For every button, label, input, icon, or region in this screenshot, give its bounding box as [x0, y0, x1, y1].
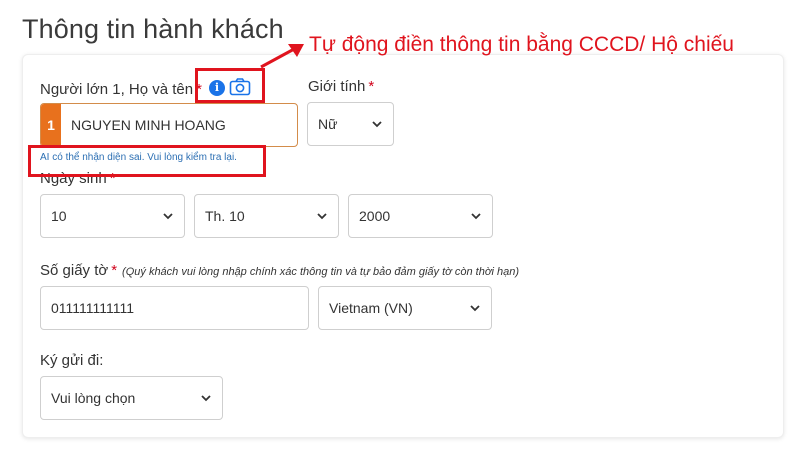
- chevron-down-icon: [471, 213, 481, 220]
- dob-year-select[interactable]: 2000: [348, 194, 493, 238]
- gender-label-text: Giới tính: [308, 78, 366, 95]
- full-name-input[interactable]: 1 NGUYEN MINH HOANG: [40, 103, 298, 147]
- chevron-down-icon: [317, 213, 327, 220]
- chevron-down-icon: [201, 395, 211, 402]
- nationality-value: Vietnam (VN): [329, 300, 413, 316]
- dob-month-select[interactable]: Th. 10: [194, 194, 339, 238]
- dob-day-value: 10: [51, 208, 67, 224]
- chevron-down-icon: [470, 305, 480, 312]
- annotation-arrow: [260, 44, 304, 69]
- document-label: Số giấy tờ * (Quý khách vui lòng nhập chín…: [40, 262, 519, 279]
- annotation-text: Tự động điền thông tin bằng CCCD/ Hộ chi…: [309, 33, 734, 56]
- name-label-text: Người lớn 1, Họ và tên: [40, 81, 194, 98]
- name-label: Người lớn 1, Họ và tên *: [40, 81, 202, 98]
- chevron-down-icon: [163, 213, 173, 220]
- nationality-select[interactable]: Vietnam (VN): [318, 286, 492, 330]
- document-label-text: Số giấy tờ: [40, 262, 109, 279]
- required-mark: *: [368, 78, 375, 95]
- baggage-select[interactable]: Vui lòng chọn: [40, 376, 223, 420]
- passenger-index-badge: 1: [41, 104, 61, 146]
- gender-label: Giới tính *: [308, 78, 374, 95]
- gender-value: Nữ: [318, 116, 338, 132]
- annotation-box-icons: [195, 68, 265, 103]
- dob-year-value: 2000: [359, 208, 391, 224]
- full-name-value: NGUYEN MINH HOANG: [71, 117, 226, 133]
- annotation-box-ai-note: [28, 145, 266, 177]
- gender-select[interactable]: Nữ: [307, 102, 394, 146]
- required-mark: *: [111, 262, 118, 279]
- chevron-down-icon: [372, 121, 382, 128]
- document-hint: (Quý khách vui lòng nhập chính xác thông…: [122, 266, 519, 278]
- baggage-label: Ký gửi đi:: [40, 352, 104, 369]
- page-title: Thông tin hành khách: [22, 14, 284, 44]
- baggage-value: Vui lòng chọn: [51, 390, 136, 406]
- dob-month-value: Th. 10: [205, 208, 245, 224]
- document-number-value: 011111111111: [51, 300, 135, 316]
- document-number-input[interactable]: 011111111111: [40, 286, 309, 330]
- dob-day-select[interactable]: 10: [40, 194, 185, 238]
